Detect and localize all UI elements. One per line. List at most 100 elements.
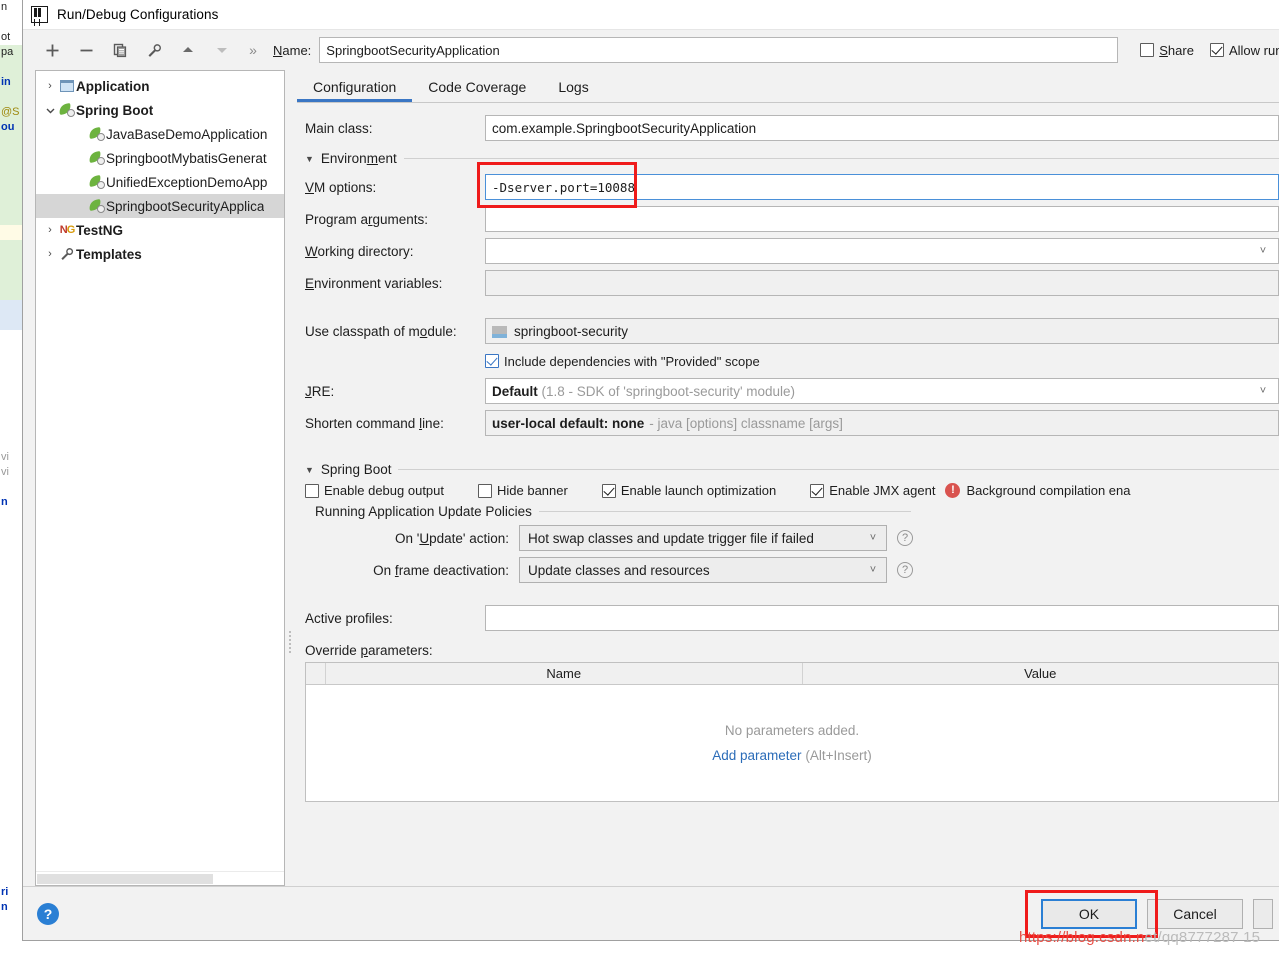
bg-line: [0, 840, 22, 855]
spring-leaf-icon: [88, 199, 106, 213]
tree-item-springbootsecurityapplication[interactable]: SpringbootSecurityApplica: [36, 194, 284, 218]
enable-debug-output-label: Enable debug output: [324, 483, 444, 498]
tree-item-spring-boot[interactable]: Spring Boot: [36, 98, 284, 122]
allow-running-checkbox[interactable]: Allow running: [1209, 43, 1279, 58]
on-update-action-combo[interactable]: Hot swap classes and update trigger file…: [519, 525, 887, 551]
update-policies-title: Running Application Update Policies: [315, 504, 532, 519]
copy-configuration-button[interactable]: [103, 36, 137, 64]
configuration-content-pane: Configuration Code Coverage Logs Main cl…: [295, 70, 1279, 886]
chevron-down-icon[interactable]: ˅: [864, 564, 882, 576]
dialog-title: Run/Debug Configurations: [57, 7, 219, 22]
on-update-action-label: On 'Update' action:: [395, 530, 509, 546]
main-class-row: Main class: com.example.SpringbootSecuri…: [305, 113, 1279, 143]
move-down-button[interactable]: [205, 36, 239, 64]
tab-configuration[interactable]: Configuration: [297, 72, 413, 102]
tree-item-label: UnifiedExceptionDemoApp: [106, 174, 268, 190]
include-provided-checkbox[interactable]: Include dependencies with "Provided" sco…: [485, 354, 760, 369]
tree-item-unifiedexceptiondemoapp[interactable]: UnifiedExceptionDemoApp: [36, 170, 284, 194]
allow-running-checkbox-box[interactable]: [1209, 43, 1224, 57]
background-editor-sliver: n ot pa in @S ou vi vi n ri n: [0, 0, 22, 955]
shorten-command-line-row: Shorten command line: user-local default…: [305, 408, 1279, 438]
bg-line: [0, 645, 22, 660]
name-input[interactable]: [319, 37, 1119, 63]
add-configuration-button[interactable]: [35, 36, 69, 64]
tree-item-javabasedemoapplication[interactable]: JavaBaseDemoApplication: [36, 122, 284, 146]
working-directory-input[interactable]: ˅: [485, 238, 1279, 264]
enable-launch-optimization-label: Enable launch optimization: [620, 483, 777, 498]
chevron-right-icon[interactable]: ›: [42, 248, 58, 260]
toolbar-overflow-button[interactable]: »: [239, 42, 267, 58]
move-up-button[interactable]: [171, 36, 205, 64]
enable-launch-optimization-checkbox-box[interactable]: [601, 483, 616, 498]
bg-line: [0, 150, 22, 165]
vm-options-input[interactable]: -Dserver.port=10088: [485, 174, 1279, 200]
module-icon: [492, 326, 507, 338]
bg-line: [0, 480, 22, 495]
triangle-down-icon[interactable]: ▼: [305, 154, 314, 164]
active-profiles-input[interactable]: [485, 605, 1279, 631]
column-header-name[interactable]: Name: [326, 663, 803, 684]
share-checkbox[interactable]: Share: [1140, 43, 1194, 58]
chevron-down-icon[interactable]: ˅: [864, 532, 882, 544]
include-provided-checkbox-box[interactable]: [485, 354, 499, 368]
bg-line: [0, 870, 22, 885]
chevron-right-icon[interactable]: ›: [42, 224, 58, 236]
enable-jmx-agent-checkbox[interactable]: Enable JMX agent: [810, 483, 935, 498]
apply-button[interactable]: [1253, 898, 1273, 929]
include-provided-row: Include dependencies with "Provided" sco…: [305, 348, 1279, 374]
main-class-label: Main class:: [305, 120, 373, 136]
column-header-value[interactable]: Value: [803, 663, 1279, 684]
pane-splitter[interactable]: [285, 70, 295, 886]
bg-line: [0, 330, 22, 345]
tab-code-coverage[interactable]: Code Coverage: [412, 72, 542, 102]
bg-line: [0, 345, 22, 360]
bg-line: [0, 390, 22, 405]
enable-debug-output-checkbox-box[interactable]: [305, 483, 319, 498]
tree-horizontal-scrollbar[interactable]: [36, 871, 284, 885]
remove-configuration-button[interactable]: [69, 36, 103, 64]
chevron-down-icon[interactable]: ˅: [1254, 245, 1272, 257]
tree-item-testng[interactable]: › NG TestNG: [36, 218, 284, 242]
configurations-tree[interactable]: › Application Spring Boot JavaBaseDemoAp…: [36, 71, 284, 871]
triangle-down-icon[interactable]: ▼: [305, 465, 314, 475]
enable-jmx-agent-checkbox-box[interactable]: [810, 483, 825, 498]
bg-line: [0, 405, 22, 420]
environment-section-header[interactable]: ▼ Environment: [305, 151, 1279, 166]
spring-boot-section-header[interactable]: ▼ Spring Boot: [305, 462, 1279, 477]
tree-item-label: Spring Boot: [76, 102, 154, 118]
help-button[interactable]: ?: [37, 902, 59, 925]
scrollbar-thumb[interactable]: [37, 874, 213, 884]
ok-button[interactable]: OK: [1041, 898, 1137, 929]
bg-line: [0, 735, 22, 750]
tree-item-springbootmybatisgenerator[interactable]: SpringbootMybatisGenerat: [36, 146, 284, 170]
tree-item-templates[interactable]: › Templates: [36, 242, 284, 266]
jre-combo[interactable]: Default (1.8 - SDK of 'springboot-securi…: [485, 378, 1279, 404]
enable-launch-optimization-checkbox[interactable]: Enable launch optimization: [601, 483, 777, 498]
question-mark-icon[interactable]: ?: [897, 530, 913, 546]
section-rule: [538, 511, 911, 512]
edit-templates-wrench-icon[interactable]: [137, 36, 171, 64]
bg-line: [0, 675, 22, 690]
hide-banner-checkbox-box[interactable]: [478, 483, 492, 498]
enable-debug-output-checkbox[interactable]: Enable debug output: [305, 483, 444, 498]
tab-logs[interactable]: Logs: [542, 72, 604, 102]
main-class-input[interactable]: com.example.SpringbootSecurityApplicatio…: [485, 115, 1279, 141]
tree-item-label: SpringbootMybatisGenerat: [106, 150, 267, 166]
chevron-down-icon[interactable]: [42, 106, 58, 115]
hide-banner-checkbox[interactable]: Hide banner: [478, 483, 568, 498]
bg-line: ot: [1, 31, 11, 43]
classpath-module-combo[interactable]: springboot-security: [485, 318, 1279, 344]
question-mark-icon[interactable]: ?: [897, 562, 913, 578]
share-checkbox-box[interactable]: [1140, 43, 1155, 57]
row-selector-column-header: [306, 663, 326, 684]
cancel-button[interactable]: Cancel: [1147, 898, 1243, 929]
program-arguments-input[interactable]: [485, 206, 1279, 232]
on-frame-deactivation-combo[interactable]: Update classes and resources ˅: [519, 557, 887, 583]
add-parameter-link[interactable]: Add parameter (Alt+Insert): [712, 748, 871, 763]
environment-variables-input[interactable]: [485, 270, 1279, 296]
chevron-down-icon[interactable]: ˅: [1254, 385, 1272, 397]
shorten-command-line-combo[interactable]: user-local default: none - java [options…: [485, 410, 1279, 436]
tree-item-label: Application: [76, 78, 150, 94]
tree-item-application[interactable]: › Application: [36, 74, 284, 98]
chevron-right-icon[interactable]: ›: [42, 80, 58, 92]
